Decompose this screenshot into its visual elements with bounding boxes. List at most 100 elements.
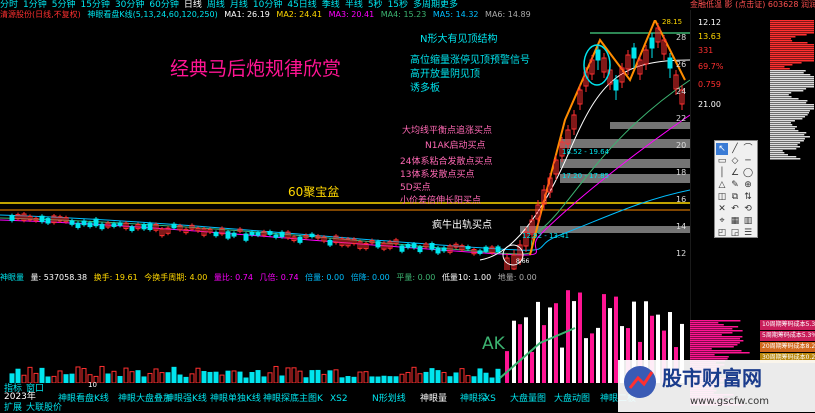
drawing-tool-icon[interactable]: ◫	[716, 191, 728, 203]
drawing-tool-icon[interactable]: ─	[742, 155, 754, 167]
volume-bar	[423, 371, 429, 383]
period-tab-14[interactable]: 15秒	[388, 0, 408, 10]
half-vol-value: 倍降: 0.00	[350, 273, 390, 282]
period-tab-12[interactable]: 半线	[345, 0, 363, 10]
annotation-lure: 诱多板	[410, 83, 440, 94]
drawing-tool-icon[interactable]: ↶	[729, 203, 741, 215]
right-price-label: 21.00	[698, 100, 721, 109]
annotation-high-warning: 高位缩量涨停见顶预警信号	[410, 55, 530, 66]
bottom-tab-2[interactable]: 神眼强K线	[165, 394, 207, 404]
candle	[243, 233, 249, 241]
zone-bar-2	[560, 159, 690, 168]
drawing-tool-icon[interactable]: ⧉	[729, 191, 741, 203]
bottom-tab-3[interactable]: 神眼单独K线	[210, 394, 261, 404]
volume-bar	[471, 376, 477, 383]
bottom-tab-11[interactable]: 大盘动图	[554, 394, 590, 404]
period-tab-7[interactable]: 周线	[207, 0, 225, 10]
drawing-tool-icon[interactable]: ⇅	[742, 191, 754, 203]
vol-indicator-name[interactable]: 神眼量	[0, 273, 24, 282]
bottom-tab-1[interactable]: 神眼大盘叠加	[118, 394, 172, 404]
volume-bar	[9, 373, 15, 383]
drawing-tool-icon[interactable]: ╱	[729, 143, 741, 155]
drawing-tool-icon[interactable]: ▭	[716, 155, 728, 167]
drawing-tool-icon[interactable]: ▥	[742, 215, 754, 227]
drawing-tool-icon[interactable]: ◰	[716, 227, 728, 239]
period-tab-0[interactable]: 分时	[0, 0, 18, 10]
bottom-tab-10[interactable]: 大盘量图	[510, 394, 546, 404]
volume-bar	[135, 370, 141, 383]
volume-bar	[15, 368, 21, 383]
candle	[297, 236, 303, 243]
drawing-tool-icon[interactable]: ▦	[729, 215, 741, 227]
period-tab-13[interactable]: 5秒	[368, 0, 383, 10]
candle	[213, 231, 219, 237]
bottom-tab-0[interactable]: 神眼看盘K线	[58, 394, 109, 404]
chip-legend: 10周期筹码成本5.3%5周期筹码成本5.3%20周期筹码成本8.2%30周期筹…	[760, 320, 815, 363]
volume-bar	[243, 377, 249, 383]
volume-bar	[566, 290, 570, 383]
drawing-tool-icon[interactable]: ◯	[742, 167, 754, 179]
candle	[249, 231, 255, 236]
date-label: 2023年	[4, 392, 36, 402]
bottom-tab-4[interactable]: 神眼探底主图K	[263, 394, 323, 404]
drawing-tool-icon[interactable]: │	[716, 167, 728, 179]
drawing-tool-icon[interactable]: ☰	[742, 227, 754, 239]
annotation-high-open: 高开放量阴见顶	[410, 69, 480, 80]
right-price-label: 12.12	[698, 18, 721, 27]
candle	[75, 222, 81, 228]
candle	[483, 246, 489, 252]
period-tab-9[interactable]: 10分钟	[253, 0, 282, 10]
turnover-value: 换手: 19.61	[93, 273, 138, 282]
drawing-tool-icon[interactable]: ✎	[729, 179, 741, 191]
drawing-tool-icon[interactable]: ◇	[729, 155, 741, 167]
drawing-tool-icon[interactable]: ∠	[729, 167, 741, 179]
volume-bar	[393, 376, 399, 383]
candle	[417, 246, 423, 253]
period-tab-8[interactable]: 月线	[230, 0, 248, 10]
candle	[399, 245, 405, 252]
drawing-tool-icon[interactable]: ⌒	[742, 143, 754, 155]
flat-vol-value: 平量: 0.00	[396, 273, 436, 282]
candle	[429, 242, 435, 250]
volume-bar	[578, 292, 582, 383]
bottom-tab-9[interactable]: XS	[484, 394, 496, 404]
period-tab-2[interactable]: 5分钟	[52, 0, 76, 10]
bottom-tab-7[interactable]: 神眼量	[420, 394, 447, 404]
bottom-tab-6[interactable]: N形划线	[372, 394, 406, 404]
period-tab-10[interactable]: 45日线	[287, 0, 316, 10]
drawing-tool-icon[interactable]: ⟲	[742, 203, 754, 215]
period-tab-15[interactable]: 多周期更多	[413, 0, 458, 10]
candle	[99, 223, 105, 230]
watermark-brand: 股市财富网	[662, 366, 762, 390]
volume-bar	[453, 372, 459, 383]
drawing-tool-icon[interactable]: ◲	[729, 227, 741, 239]
bottom-tab-5[interactable]: XS2	[330, 394, 348, 404]
volume-bar	[596, 327, 600, 383]
volume-bar	[590, 333, 594, 383]
period-tab-3[interactable]: 15分钟	[80, 0, 109, 10]
bottom-tab-8[interactable]: 神眼探	[460, 394, 487, 404]
volume-chart[interactable]	[0, 283, 690, 383]
drawing-tool-icon[interactable]: ⌖	[716, 215, 728, 227]
period-tab-11[interactable]: 季线	[322, 0, 340, 10]
period-tab-6[interactable]: 日线	[184, 0, 202, 10]
drawing-tool-icon[interactable]: △	[716, 179, 728, 191]
candle	[435, 247, 441, 254]
candle	[495, 246, 501, 253]
candle	[327, 239, 333, 246]
drawing-tool-icon[interactable]: ⊕	[742, 179, 754, 191]
ratio2-value: 几倍: 0.74	[259, 273, 299, 282]
period-tab-1[interactable]: 1分钟	[23, 0, 47, 10]
indicator-name[interactable]: 神眼看盘K线(5,13,24,60,120,250)	[87, 10, 217, 19]
volume-bar	[477, 368, 483, 383]
period-tab-4[interactable]: 30分钟	[115, 0, 144, 10]
stock-name[interactable]: 清源股份(日线,不复权)	[0, 10, 81, 19]
drawing-tool-icon[interactable]: ↖	[716, 143, 728, 155]
period-tab-5[interactable]: 60分钟	[149, 0, 178, 10]
candlestick-chart[interactable]: 28 26 24 22 20 18 16 14 12	[0, 20, 690, 270]
ak-label: AK	[482, 334, 505, 354]
y-tick-label: 16	[676, 195, 686, 204]
drawing-tool-icon[interactable]: ✕	[716, 203, 728, 215]
volume-bar	[315, 369, 321, 383]
drawing-toolbox[interactable]: ↖ ╱ ⌒ ▭ ◇ ─ │ ∠ ◯ △ ✎ ⊕ ◫ ⧉ ⇅ ✕ ↶ ⟲ ⌖ ▦ ▥ ◰ ◲ ☰	[714, 140, 758, 238]
